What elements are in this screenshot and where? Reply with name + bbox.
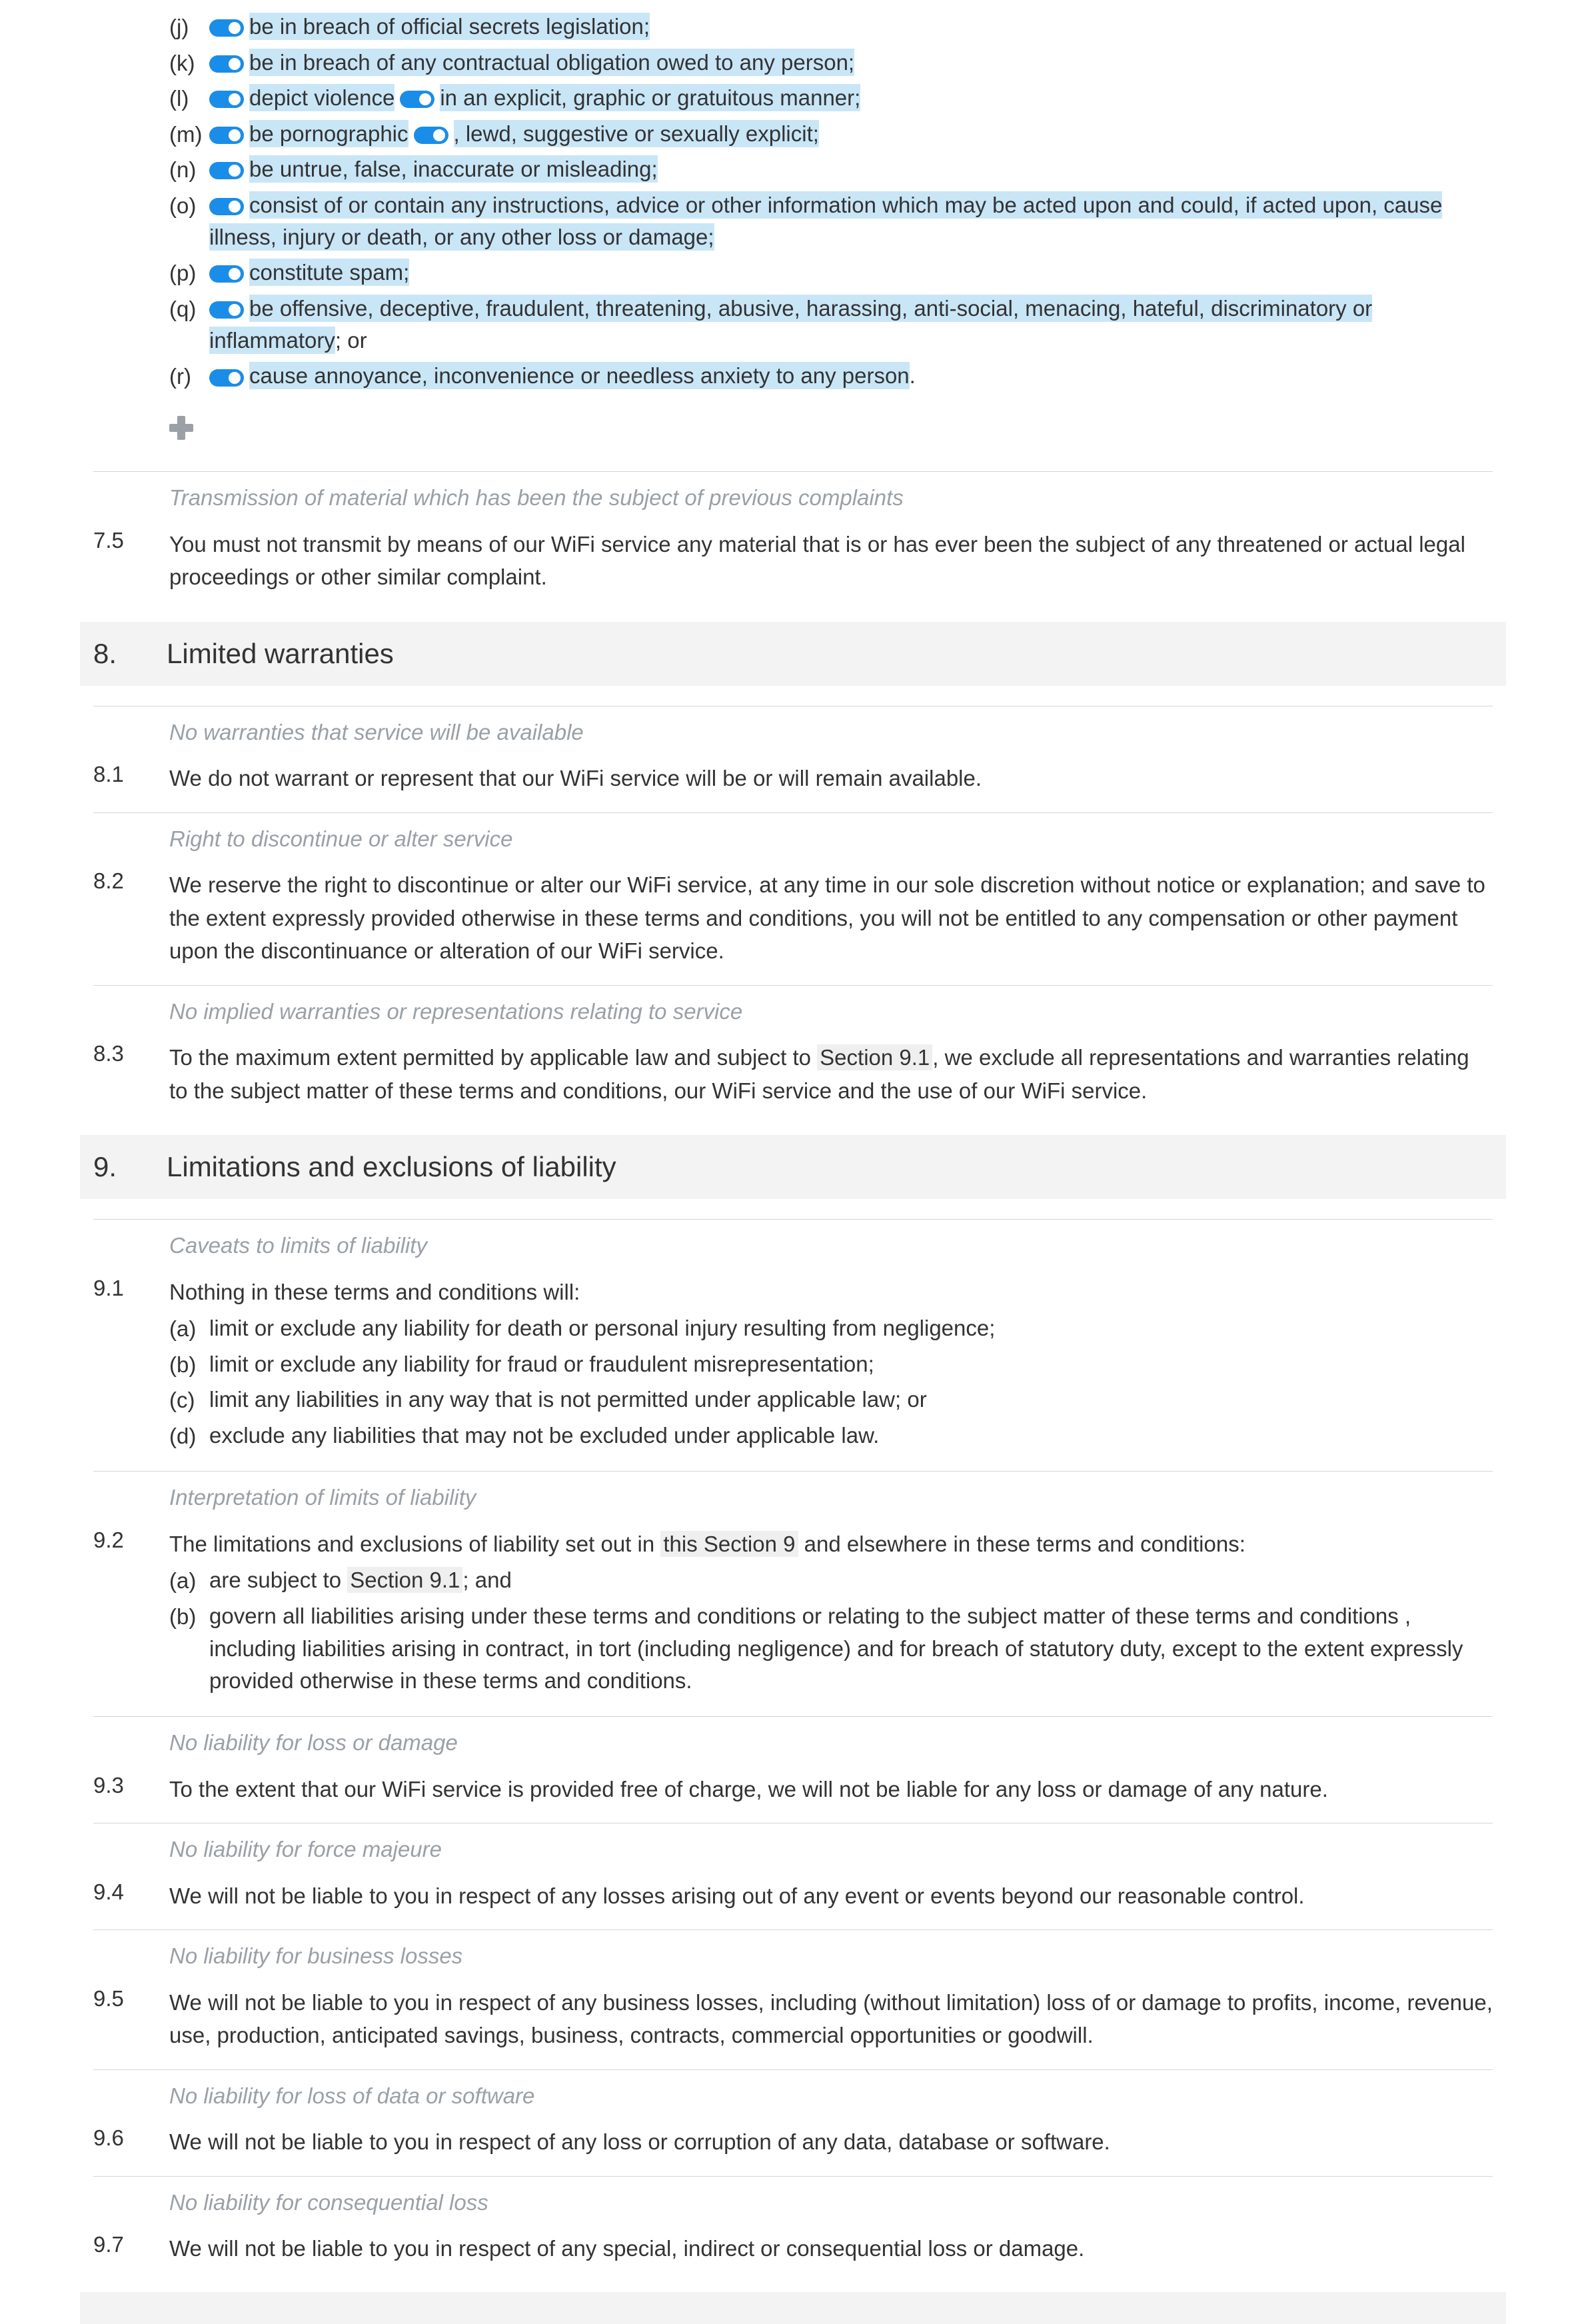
caption-9-3: No liability for loss or damage (93, 1716, 1493, 1765)
toggle-icon[interactable] (209, 127, 244, 144)
cross-ref-9-1-b[interactable]: Section 9.1 (347, 1567, 462, 1593)
clause-9-3: 9.3To the extent that our WiFi service i… (93, 1765, 1493, 1814)
toggle-icon[interactable] (209, 369, 244, 387)
sub-item: (n)be untrue, false, inaccurate or misle… (169, 153, 1493, 187)
toggle-icon[interactable] (209, 265, 244, 283)
clause-7-5: 7.5 You must not transmit by means of ou… (93, 520, 1493, 602)
icon-row (93, 403, 1493, 463)
clause-8-2: 8.2 We reserve the right to discontinue … (93, 860, 1493, 976)
clause-8-3: 8.3 To the maximum extent permitted by a… (93, 1033, 1493, 1115)
sub-item: (q)be offensive, deceptive, fraudulent, … (169, 293, 1493, 358)
toggle-icon[interactable] (209, 19, 244, 37)
caption-8-1: No warranties that service will be avail… (93, 706, 1493, 754)
section-9-header: 9. Limitations and exclusions of liabili… (80, 1135, 1506, 1199)
sub-item: (r)cause annoyance, inconvenience or nee… (169, 360, 1493, 393)
clause-9-5: 9.5We will not be liable to you in respe… (93, 1978, 1493, 2060)
caption-7-5: Transmission of material which has been … (93, 471, 1493, 520)
clause-9-7: 9.7We will not be liable to you in respe… (93, 2224, 1493, 2273)
clause-8-1: 8.1 We do not warrant or represent that … (93, 754, 1493, 803)
sub-item: (d)exclude any liabilities that may not … (169, 1420, 1493, 1453)
caption-text: Transmission of material which has been … (169, 485, 904, 510)
target-icon (169, 416, 193, 440)
toggle-icon[interactable] (414, 127, 448, 144)
clause-number: 7.5 (93, 528, 169, 553)
caption-9-4: No liability for force majeure (93, 1823, 1493, 1871)
clause-9-6: 9.6We will not be liable to you in respe… (93, 2117, 1493, 2167)
caption-8-2: Right to discontinue or alter service (93, 812, 1493, 861)
caption-9-6: No liability for loss of data or softwar… (93, 2069, 1493, 2118)
sub-item: (j)be in breach of official secrets legi… (169, 11, 1493, 44)
sub-item: (b)limit or exclude any liability for fr… (169, 1348, 1493, 1382)
caption-9-5: No liability for business losses (93, 1929, 1493, 1978)
sub-item-a: (a)are subject to Section 9.1; and (169, 1564, 1493, 1598)
clause-body: You must not transmit by means of our Wi… (169, 528, 1493, 594)
sub-item: (o)consist of or contain any instruction… (169, 189, 1493, 255)
sub-item: (p)constitute spam; (169, 257, 1493, 290)
caption-9-1: Caveats to limits of liability (93, 1219, 1493, 1268)
clause-9-4: 9.4We will not be liable to you in respe… (93, 1871, 1493, 1921)
section-title: Limited warranties (167, 638, 394, 670)
toggle-icon[interactable] (209, 55, 244, 73)
sub-item: (m)be pornographic, lewd, suggestive or … (169, 118, 1493, 151)
cross-ref-9-1[interactable]: Section 9.1 (817, 1044, 932, 1070)
section-8-header: 8. Limited warranties (80, 622, 1506, 686)
next-section-placeholder (80, 2292, 1506, 2324)
sub-item: (a)limit or exclude any liability for de… (169, 1312, 1493, 1346)
section-number: 8. (93, 638, 167, 670)
toggle-icon[interactable] (209, 198, 244, 215)
toggle-icon[interactable] (400, 91, 434, 108)
sub-item: (k)be in breach of any contractual oblig… (169, 47, 1493, 80)
toggle-icon[interactable] (209, 301, 244, 319)
clause-7-4-items: (j)be in breach of official secrets legi… (93, 0, 1493, 403)
sub-item-b: (b)govern all liabilities arising under … (169, 1600, 1493, 1698)
caption-8-3: No implied warranties or representations… (93, 985, 1493, 1034)
sub-item: (c)limit any liabilities in any way that… (169, 1384, 1493, 1417)
clause-9-1: 9.1 Nothing in these terms and condition… (93, 1268, 1493, 1462)
caption-9-7: No liability for consequential loss (93, 2176, 1493, 2225)
sub-item: (l)depict violencein an explicit, graphi… (169, 82, 1493, 115)
toggle-icon[interactable] (209, 162, 244, 179)
clause-9-2: 9.2 The limitations and exclusions of li… (93, 1520, 1493, 1707)
toggle-icon[interactable] (209, 91, 244, 108)
caption-9-2: Interpretation of limits of liability (93, 1471, 1493, 1520)
cross-ref-section-9[interactable]: this Section 9 (660, 1531, 798, 1557)
